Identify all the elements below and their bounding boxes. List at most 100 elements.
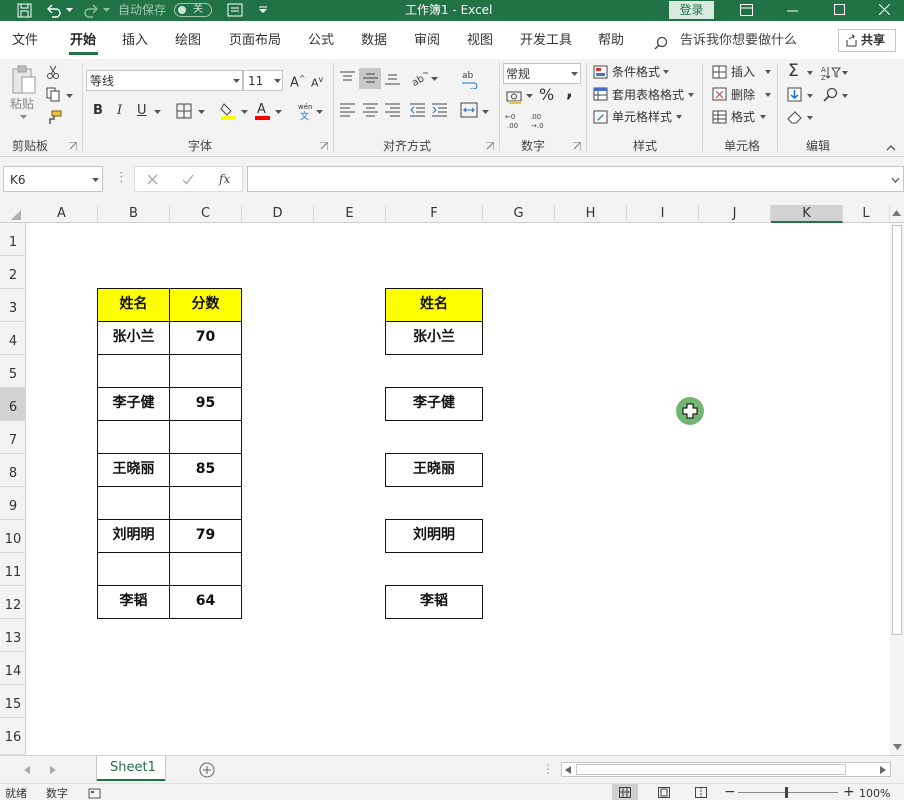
row-header-14[interactable]: 14 (0, 652, 26, 685)
insert-function-button[interactable]: fx (219, 172, 230, 186)
horizontal-scroll-thumb[interactable] (576, 764, 846, 775)
previous-sheet-icon[interactable] (24, 766, 30, 774)
font-color-dropdown-icon[interactable] (275, 110, 282, 115)
table-cell-score[interactable]: 95 (169, 387, 242, 421)
row-header-6[interactable]: 6 (0, 388, 26, 421)
column-header-G[interactable]: G (483, 205, 555, 223)
chevron-down-icon[interactable] (807, 94, 813, 98)
row-header-12[interactable]: 12 (0, 586, 26, 619)
copy-dropdown-icon[interactable] (66, 94, 73, 99)
delete-cells-button[interactable]: 删除 (731, 88, 755, 102)
column-header-A[interactable]: A (26, 205, 98, 223)
close-icon[interactable] (879, 4, 890, 15)
format-as-table-button[interactable]: 套用表格格式 (612, 88, 684, 102)
table-cell-score[interactable]: 79 (169, 519, 242, 553)
chevron-down-icon[interactable] (842, 94, 848, 98)
form-icon[interactable] (227, 3, 243, 17)
align-left-icon[interactable] (340, 103, 355, 117)
accounting-dropdown-icon[interactable] (526, 94, 533, 99)
horizontal-scrollbar[interactable] (561, 762, 891, 777)
paste-label[interactable]: 粘贴 (10, 97, 34, 111)
column-header-D[interactable]: D (242, 205, 314, 223)
format-cells-button[interactable]: 格式 (731, 110, 755, 124)
table-cell-score[interactable] (169, 420, 242, 454)
undo-dropdown-icon[interactable] (66, 8, 73, 13)
zoom-level[interactable]: 100% (859, 787, 890, 800)
bold-button[interactable]: B (93, 104, 103, 118)
chevron-down-icon[interactable] (765, 93, 771, 97)
insert-cells-button[interactable]: 插入 (731, 65, 755, 79)
row-header-4[interactable]: 4 (0, 322, 26, 355)
align-top-icon[interactable] (340, 71, 355, 84)
fill-color-dropdown-icon[interactable] (241, 110, 248, 115)
save-icon[interactable] (17, 3, 32, 18)
tell-me-input[interactable]: 告诉我你想要做什么 (680, 33, 797, 49)
wrap-text-icon[interactable]: ab (460, 69, 480, 89)
align-center-icon[interactable] (363, 103, 378, 117)
row-header-9[interactable]: 9 (0, 487, 26, 520)
font-size-select[interactable]: 11 (243, 70, 283, 91)
name-list-cell[interactable]: 李韬 (385, 585, 483, 619)
name-list-cell[interactable]: 李子健 (385, 387, 483, 421)
phonetic-dropdown-icon[interactable] (316, 110, 323, 115)
chevron-down-icon[interactable] (807, 116, 813, 120)
scroll-up-icon[interactable] (892, 210, 901, 216)
confirm-formula-icon[interactable] (182, 174, 194, 185)
paste-dropdown-icon[interactable] (20, 115, 27, 120)
formula-input[interactable] (247, 166, 904, 192)
chevron-down-icon[interactable] (688, 93, 694, 97)
tab-home[interactable]: 开始 (70, 33, 96, 49)
clipboard-launcher-icon[interactable] (69, 142, 77, 150)
zoom-slider-thumb[interactable] (785, 787, 788, 798)
column-header-F[interactable]: F (386, 205, 483, 223)
font-name-select[interactable]: 等线 (86, 70, 243, 91)
row-header-8[interactable]: 8 (0, 454, 26, 487)
table-cell-name[interactable] (97, 486, 170, 520)
tab-review[interactable]: 审阅 (414, 33, 440, 49)
font-launcher-icon[interactable] (320, 142, 328, 150)
align-right-icon[interactable] (385, 103, 400, 117)
sort-filter-icon[interactable]: AZ (821, 65, 841, 80)
maximize-icon[interactable] (834, 4, 845, 15)
autosum-icon[interactable]: Σ (788, 63, 799, 80)
vertical-scrollbar[interactable] (890, 223, 904, 755)
name-list-cell[interactable]: 张小兰 (385, 321, 483, 355)
row-header-1[interactable]: 1 (0, 223, 26, 256)
row-header-15[interactable]: 15 (0, 685, 26, 718)
name-list-cell[interactable]: 刘明明 (385, 519, 483, 553)
tab-split-grip-icon[interactable]: ⋮ (542, 762, 554, 776)
page-break-view-icon[interactable] (695, 787, 707, 798)
format-painter-icon[interactable] (46, 110, 62, 125)
borders-dropdown-icon[interactable] (198, 110, 205, 115)
row-header-3[interactable]: 3 (0, 289, 26, 322)
table-cell-name[interactable] (97, 354, 170, 388)
accounting-format-icon[interactable] (506, 89, 522, 104)
table-cell-score[interactable] (169, 354, 242, 388)
tab-formulas[interactable]: 公式 (308, 33, 334, 49)
tab-data[interactable]: 数据 (361, 33, 387, 49)
decrease-decimal-icon[interactable]: .00→.0 (529, 112, 549, 129)
collapse-ribbon-icon[interactable] (886, 145, 896, 151)
table-cell-name[interactable]: 张小兰 (97, 321, 170, 355)
cut-icon[interactable] (46, 65, 60, 79)
orientation-icon[interactable]: ab (411, 70, 429, 86)
column-header-I[interactable]: I (627, 205, 699, 223)
column-header-J[interactable]: J (699, 205, 771, 223)
scroll-right-icon[interactable] (880, 766, 886, 774)
page-layout-view-icon[interactable] (658, 787, 670, 798)
column-header-K[interactable]: K (771, 205, 843, 223)
merge-center-icon[interactable] (460, 102, 478, 118)
table-cell-score[interactable]: 64 (169, 585, 242, 619)
column-header-E[interactable]: E (314, 205, 386, 223)
undo-icon[interactable] (46, 3, 62, 18)
tab-view[interactable]: 视图 (467, 33, 493, 49)
align-bottom-icon[interactable] (385, 72, 400, 85)
underline-button[interactable]: U (137, 104, 147, 118)
copy-icon[interactable] (46, 87, 60, 102)
autosave-toggle[interactable]: 关 (174, 3, 212, 17)
column-header-H[interactable]: H (555, 205, 627, 223)
increase-decimal-icon[interactable]: ←0.00 (505, 112, 525, 129)
chevron-down-icon[interactable] (676, 115, 682, 119)
increase-indent-icon[interactable] (432, 103, 447, 117)
conditional-format-button[interactable]: 条件格式 (612, 65, 660, 79)
